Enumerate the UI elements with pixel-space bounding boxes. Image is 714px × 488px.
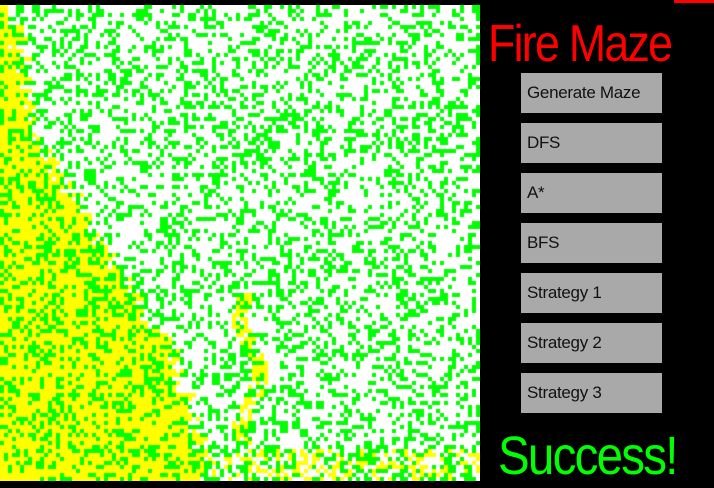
bfs-button[interactable]: BFS [521, 223, 662, 263]
maze-grid [0, 5, 480, 481]
strategy-1-button[interactable]: Strategy 1 [521, 273, 662, 313]
generate-maze-button[interactable]: Generate Maze [521, 73, 662, 113]
a-star-button[interactable]: A* [521, 173, 662, 213]
strategy-2-button[interactable]: Strategy 2 [521, 323, 662, 363]
dfs-button[interactable]: DFS [521, 123, 662, 163]
strategy-3-button[interactable]: Strategy 3 [521, 373, 662, 413]
corner-flag [674, 0, 714, 3]
app-title: Fire Maze [488, 15, 673, 73]
status-message: Success! [498, 426, 678, 486]
